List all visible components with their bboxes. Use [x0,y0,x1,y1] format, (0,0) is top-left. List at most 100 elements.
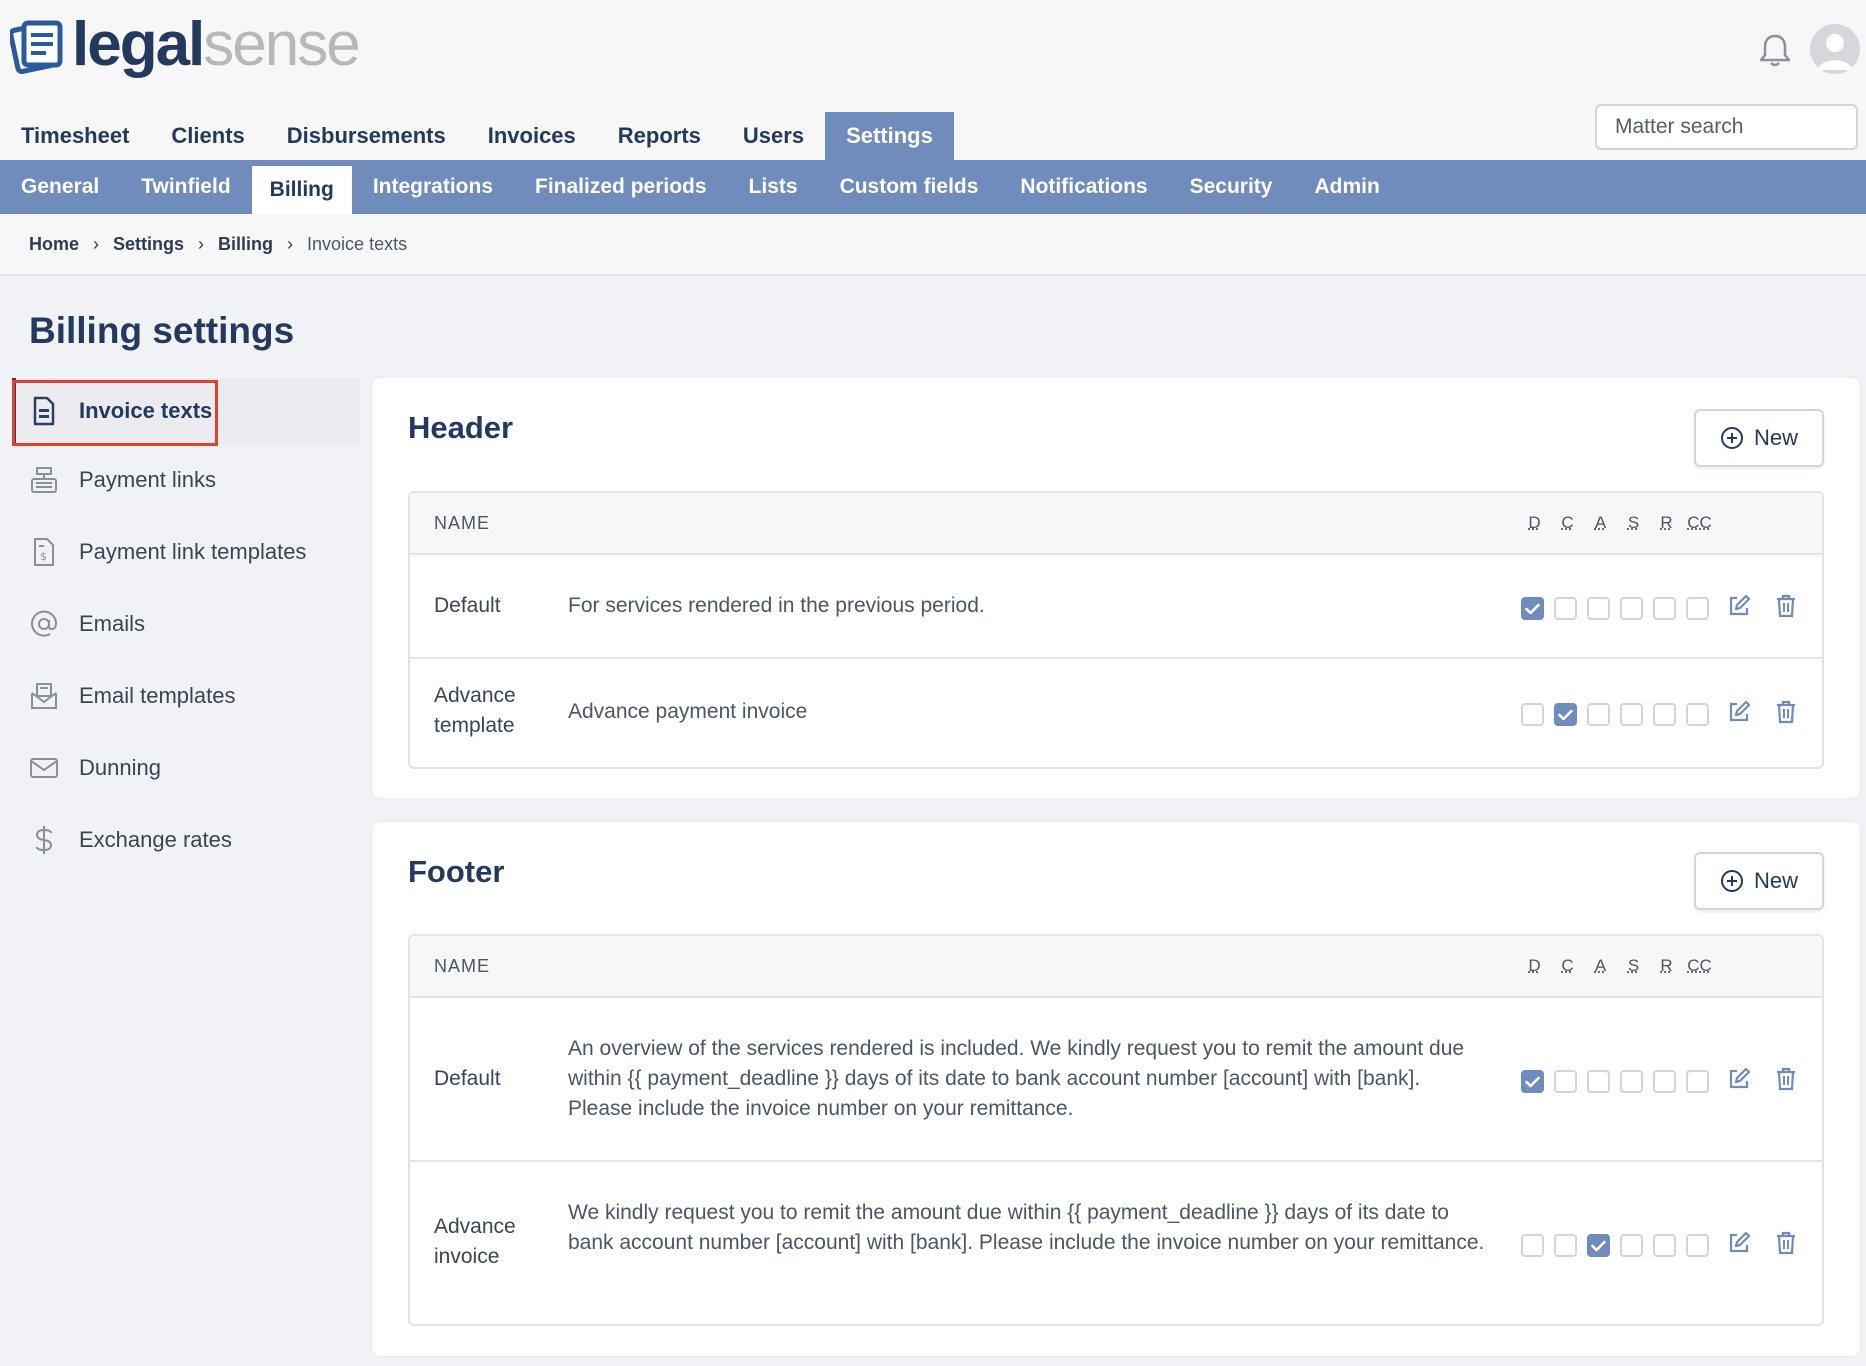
user-icon [1818,34,1852,70]
checkbox-cc[interactable] [1686,703,1709,726]
new-footer-button[interactable]: New [1694,852,1824,910]
column-header-d: D [1528,956,1541,975]
table-header: NAME D C A S R CC [410,936,1822,998]
sidebar-item-email-templates[interactable]: Email templates [12,660,360,732]
checkbox-d[interactable] [1521,597,1544,620]
tab-admin[interactable]: Admin [1293,160,1400,214]
section-title: Header [408,410,514,445]
sidebar-item-label: Dunning [79,755,161,780]
checkbox-cc[interactable] [1686,597,1709,620]
envelope-open-icon [29,679,59,713]
svg-text:$: $ [40,550,47,563]
row-actions [1726,1066,1820,1092]
sidebar-item-emails[interactable]: Emails [12,588,360,660]
sidebar-item-label: Payment link templates [79,539,307,564]
breadcrumb-home[interactable]: Home [29,234,79,255]
edit-icon[interactable] [1726,1066,1752,1092]
nav-settings[interactable]: Settings [825,112,954,160]
checkbox-r[interactable] [1653,1234,1676,1257]
column-header-a: A [1594,956,1607,975]
breadcrumb-settings[interactable]: Settings [113,234,184,255]
sidebar-item-dunning[interactable]: Dunning [12,732,360,804]
edit-icon[interactable] [1726,1230,1752,1256]
checkbox-c[interactable] [1554,703,1577,726]
plus-circle-icon [1720,427,1743,449]
checkbox-d[interactable] [1521,703,1544,726]
checkbox-c[interactable] [1554,1234,1577,1257]
checkbox-a[interactable] [1587,703,1610,726]
row-flags [1521,703,1719,726]
row-text: We kindly request you to remit the amoun… [568,1201,1485,1254]
matter-search-input[interactable] [1595,104,1858,150]
new-header-button[interactable]: New [1694,409,1824,467]
row-actions [1726,593,1820,619]
footer-texts-table: NAME D C A S R CC Default An overview of… [408,934,1824,1326]
checkbox-s[interactable] [1620,597,1643,620]
column-header-cc: CC [1687,513,1712,532]
tab-billing[interactable]: Billing [251,166,352,214]
checkbox-c[interactable] [1554,1070,1577,1093]
checkbox-s[interactable] [1620,1234,1643,1257]
checkbox-c[interactable] [1554,597,1577,620]
checkbox-r[interactable] [1653,597,1676,620]
edit-icon[interactable] [1726,699,1752,725]
checkbox-r[interactable] [1653,1070,1676,1093]
dollar-icon [29,823,59,857]
avatar[interactable] [1810,24,1860,74]
invoice-dollar-icon: $ [29,535,59,569]
nav-invoices[interactable]: Invoices [467,112,597,160]
sidebar-item-exchange-rates[interactable]: Exchange rates [12,804,360,876]
flag-column-headers: D C A S R CC [1518,956,1716,976]
checkbox-a[interactable] [1587,1070,1610,1093]
nav-timesheet[interactable]: Timesheet [0,112,150,160]
flag-column-headers: D C A S R CC [1518,513,1716,533]
tab-security[interactable]: Security [1169,160,1294,214]
tab-custom-fields[interactable]: Custom fields [819,160,1000,214]
edit-icon[interactable] [1726,593,1752,619]
checkbox-s[interactable] [1620,703,1643,726]
tab-twinfield[interactable]: Twinfield [120,160,251,214]
sidebar-item-label: Exchange rates [79,827,232,852]
row-actions [1726,1230,1820,1256]
tab-lists[interactable]: Lists [728,160,819,214]
tab-integrations[interactable]: Integrations [352,160,514,214]
tab-notifications[interactable]: Notifications [999,160,1168,214]
sidebar-item-payment-links[interactable]: Payment links [12,444,360,516]
trash-icon[interactable] [1773,1066,1799,1092]
tab-finalized-periods[interactable]: Finalized periods [514,160,728,214]
trash-icon[interactable] [1773,699,1799,725]
sidebar-item-payment-link-templates[interactable]: $ Payment link templates [12,516,360,588]
tab-general[interactable]: General [0,160,120,214]
trash-icon[interactable] [1773,1230,1799,1256]
logo-text-legal: legal [72,10,205,79]
checkbox-r[interactable] [1653,703,1676,726]
column-header-d: D [1528,513,1541,532]
sidebar-item-label: Payment links [79,467,216,492]
checkbox-s[interactable] [1620,1070,1643,1093]
table-row: Default An overview of the services rend… [410,998,1822,1162]
nav-users[interactable]: Users [722,112,825,160]
checkbox-a[interactable] [1587,597,1610,620]
column-header-s: S [1627,513,1640,532]
nav-disbursements[interactable]: Disbursements [266,112,467,160]
selection-highlight [12,380,218,446]
nav-reports[interactable]: Reports [597,112,722,160]
row-name: Default [434,1067,501,1090]
breadcrumb-billing[interactable]: Billing [218,234,273,255]
nav-clients[interactable]: Clients [150,112,265,160]
checkbox-a[interactable] [1587,1234,1610,1257]
bell-icon[interactable] [1758,32,1792,68]
checkbox-d[interactable] [1521,1234,1544,1257]
row-text: For services rendered in the previous pe… [568,594,985,617]
row-name: Advance template [434,684,516,737]
checkbox-cc[interactable] [1686,1070,1709,1093]
checkbox-d[interactable] [1521,1070,1544,1093]
logo[interactable]: legalsense [10,14,361,76]
row-actions [1726,699,1820,725]
checkbox-cc[interactable] [1686,1234,1709,1257]
trash-icon[interactable] [1773,593,1799,619]
at-icon [29,607,59,641]
chevron-right-icon: › [93,233,100,254]
column-header-s: S [1627,956,1640,975]
sidebar-item-label: Email templates [79,683,236,708]
